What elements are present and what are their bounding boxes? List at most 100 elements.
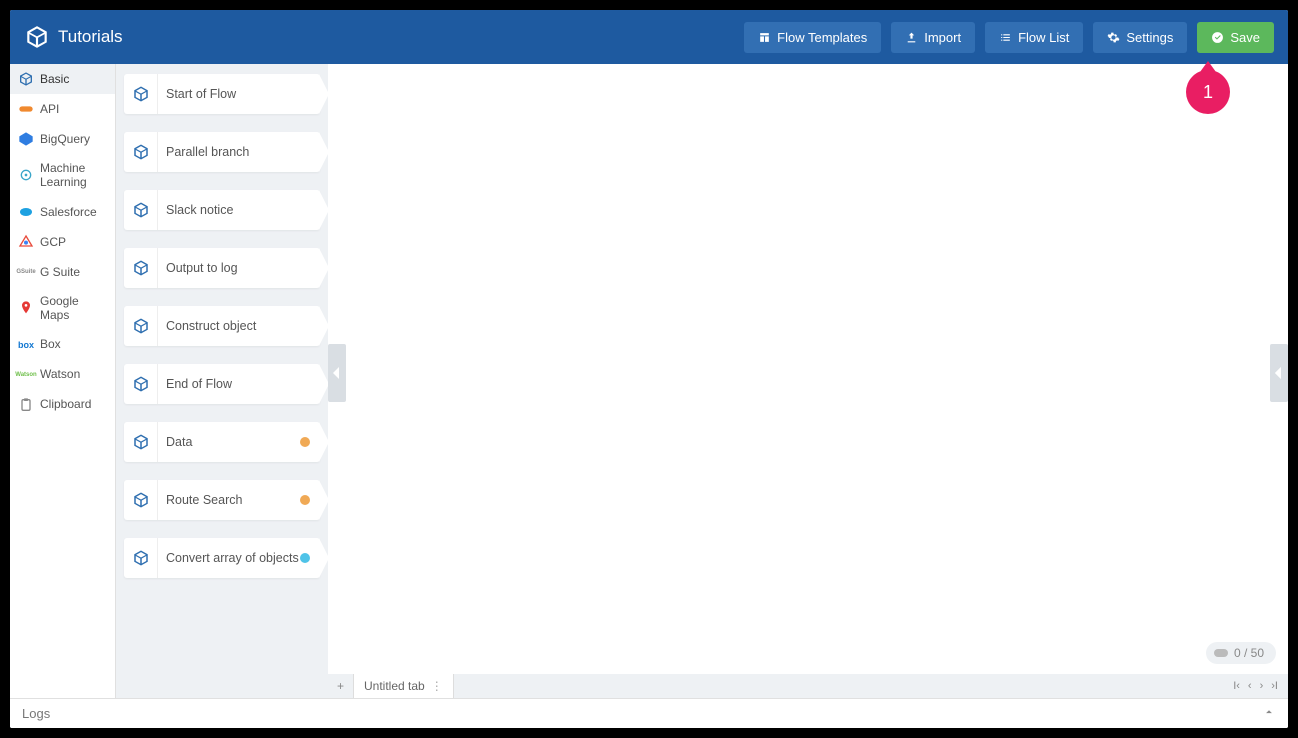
sidebar-item-label: Machine Learning — [40, 161, 107, 190]
node-palette: Start of Flow Parallel branch Slack noti… — [116, 64, 328, 698]
tab-prev-icon[interactable]: ‹ — [1248, 680, 1252, 692]
tab-more-icon[interactable]: ⋮ — [431, 679, 443, 693]
palette-node[interactable]: Route Search — [124, 480, 320, 520]
api-icon — [18, 101, 34, 117]
canvas-wrap: 1 0 / 50 + Untitled tab ⋮ I‹ ‹ › — [328, 64, 1288, 698]
cube-icon — [18, 71, 34, 87]
import-label: Import — [924, 30, 961, 45]
node-count-text: 0 / 50 — [1234, 646, 1264, 660]
list-icon — [999, 31, 1012, 44]
chevron-up-icon[interactable] — [1262, 705, 1276, 722]
add-tab-button[interactable]: + — [328, 674, 354, 698]
sidebar-item-bigquery[interactable]: BigQuery — [10, 124, 115, 154]
flow-canvas[interactable]: 1 0 / 50 — [328, 64, 1288, 674]
sidebar-item-google-maps[interactable]: Google Maps — [10, 287, 115, 330]
tab-last-icon[interactable]: ›I — [1271, 680, 1278, 692]
settings-button[interactable]: Settings — [1093, 22, 1187, 53]
node-badge — [300, 553, 310, 563]
palette-node[interactable]: Data — [124, 422, 320, 462]
left-sidebar: Basic API BigQuery Machine Learning — [10, 64, 116, 698]
save-label: Save — [1230, 30, 1260, 45]
app-title: Tutorials — [58, 27, 123, 47]
node-cube-icon — [124, 306, 158, 346]
tab-first-icon[interactable]: I‹ — [1233, 680, 1240, 692]
template-icon — [758, 31, 771, 44]
pill-dot-icon — [1214, 649, 1228, 657]
flow-templates-label: Flow Templates — [777, 30, 867, 45]
gear-icon — [1107, 31, 1120, 44]
save-button[interactable]: Save — [1197, 22, 1274, 53]
node-label: Parallel branch — [166, 145, 320, 159]
box-icon: box — [18, 337, 34, 353]
sidebar-item-clipboard[interactable]: Clipboard — [10, 390, 115, 420]
sidebar-item-label: Google Maps — [40, 294, 107, 323]
flow-list-button[interactable]: Flow List — [985, 22, 1083, 53]
node-cube-icon — [124, 422, 158, 462]
sidebar-item-label: Basic — [40, 72, 69, 86]
flow-templates-button[interactable]: Flow Templates — [744, 22, 881, 53]
tab-label: Untitled tab — [364, 679, 425, 693]
map-pin-icon — [18, 300, 34, 316]
flow-tab[interactable]: Untitled tab ⋮ — [354, 674, 454, 698]
collapse-right-panel[interactable] — [1270, 344, 1288, 402]
palette-node[interactable]: Output to log — [124, 248, 320, 288]
salesforce-icon — [18, 204, 34, 220]
tab-next-icon[interactable]: › — [1260, 680, 1264, 692]
node-cube-icon — [124, 480, 158, 520]
node-cube-icon — [124, 364, 158, 404]
bigquery-icon — [18, 131, 34, 147]
node-cube-icon — [124, 538, 158, 578]
node-badge — [300, 495, 310, 505]
watson-icon: Watson — [18, 367, 34, 383]
sidebar-item-box[interactable]: box Box — [10, 330, 115, 360]
upload-icon — [905, 31, 918, 44]
sidebar-item-label: Clipboard — [40, 397, 91, 411]
gcp-icon — [18, 234, 34, 250]
node-label: Output to log — [166, 261, 320, 275]
sidebar-item-label: GCP — [40, 235, 66, 249]
node-cube-icon — [124, 248, 158, 288]
sidebar-item-label: Box — [40, 337, 61, 351]
sidebar-item-salesforce[interactable]: Salesforce — [10, 197, 115, 227]
walkthrough-step-marker[interactable]: 1 — [1186, 70, 1230, 114]
flow-list-label: Flow List — [1018, 30, 1069, 45]
sidebar-item-gsuite[interactable]: GSuite G Suite — [10, 257, 115, 287]
header-bar: Tutorials Flow Templates Import Flow Lis… — [10, 10, 1288, 64]
sidebar-item-gcp[interactable]: GCP — [10, 227, 115, 257]
logo-cube-icon — [24, 24, 50, 50]
settings-label: Settings — [1126, 30, 1173, 45]
import-button[interactable]: Import — [891, 22, 975, 53]
logs-label: Logs — [22, 706, 50, 721]
flow-tab-bar: + Untitled tab ⋮ I‹ ‹ › ›I — [328, 674, 1288, 698]
palette-node[interactable]: Slack notice — [124, 190, 320, 230]
sidebar-item-label: API — [40, 102, 59, 116]
tab-nav-controls: I‹ ‹ › ›I — [1223, 674, 1288, 698]
sidebar-item-ml[interactable]: Machine Learning — [10, 154, 115, 197]
sidebar-item-watson[interactable]: Watson Watson — [10, 360, 115, 390]
ml-icon — [18, 167, 34, 183]
clipboard-icon — [18, 397, 34, 413]
check-circle-icon — [1211, 31, 1224, 44]
palette-node[interactable]: Parallel branch — [124, 132, 320, 172]
chevron-left-icon — [333, 367, 341, 379]
node-cube-icon — [124, 190, 158, 230]
palette-node[interactable]: Convert array of objects — [124, 538, 320, 578]
palette-node[interactable]: End of Flow — [124, 364, 320, 404]
palette-node[interactable]: Construct object — [124, 306, 320, 346]
step-number: 1 — [1203, 82, 1213, 103]
node-count-pill: 0 / 50 — [1206, 642, 1276, 664]
palette-node[interactable]: Start of Flow — [124, 74, 320, 114]
sidebar-item-api[interactable]: API — [10, 94, 115, 124]
node-label: Convert array of objects — [166, 551, 300, 565]
node-label: Slack notice — [166, 203, 320, 217]
chevron-right-icon — [1275, 367, 1283, 379]
gsuite-icon: GSuite — [18, 264, 34, 280]
logs-panel-header[interactable]: Logs — [10, 698, 1288, 728]
collapse-left-panel[interactable] — [328, 344, 346, 402]
app-logo[interactable]: Tutorials — [24, 24, 123, 50]
node-cube-icon — [124, 74, 158, 114]
node-label: Construct object — [166, 319, 320, 333]
app-root: Tutorials Flow Templates Import Flow Lis… — [10, 10, 1288, 728]
sidebar-item-basic[interactable]: Basic — [10, 64, 115, 94]
node-label: Start of Flow — [166, 87, 320, 101]
